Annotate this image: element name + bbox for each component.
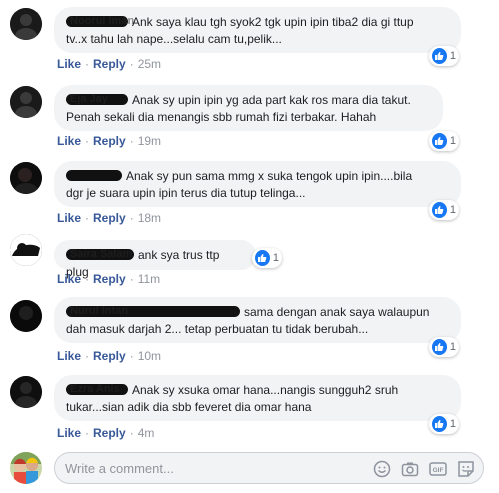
comment-input[interactable]	[55, 453, 365, 483]
comment-composer[interactable]: GIF	[54, 452, 484, 484]
comment-bubble: Saira Salam ank sya trus ttp plug	[54, 240, 256, 279]
camera-icon[interactable]	[401, 460, 419, 478]
like-link[interactable]: Like	[57, 272, 81, 286]
comment-bubble: Anak sy pun sama mmg x suka tengok upin …	[54, 161, 461, 207]
reaction-count[interactable]: 1	[429, 337, 459, 357]
comment-actions: Like · Reply · 25m	[57, 57, 162, 71]
timestamp[interactable]: 4m	[138, 426, 155, 440]
comment-text: Anak sy xsuka omar hana...nangis sungguh…	[132, 383, 399, 397]
comment-actions: Like · Reply · 18m	[57, 211, 162, 225]
like-link[interactable]: Like	[57, 349, 81, 363]
current-user-avatar[interactable]	[10, 452, 42, 484]
commenter-name-redacted[interactable]: Saira Salam	[66, 248, 134, 260]
like-link[interactable]: Like	[57, 211, 81, 225]
comment-text: Anak sy upin ipin yg ada part kak ros ma…	[132, 93, 411, 107]
reply-link[interactable]: Reply	[93, 426, 126, 440]
reaction-count[interactable]: 1	[429, 414, 459, 434]
reply-link[interactable]: Reply	[93, 134, 126, 148]
commenter-avatar[interactable]	[10, 376, 42, 408]
like-reaction-icon	[432, 202, 447, 218]
comment-actions: Like · Reply · 4m	[57, 426, 155, 440]
comment-text: tukar...sian adik dia sbb feveret dia om…	[66, 400, 312, 414]
comment-text: dgr je suara upin ipin terus dia tutup t…	[66, 186, 306, 200]
like-reaction-icon	[255, 250, 270, 266]
comment-text: sama dengan anak saya walaupun	[244, 305, 430, 319]
comment-bubble: Eja Jay Anak sy upin ipin yg ada part kak…	[54, 85, 443, 131]
reply-link[interactable]: Reply	[93, 57, 126, 71]
comment-text: tv..x tahu lah nape...selalu cam tu,peli…	[66, 32, 282, 46]
comment-text: Penah sekali dia menangis sbb rumah fizi…	[66, 110, 377, 124]
commenter-avatar[interactable]	[10, 162, 42, 194]
like-reaction-icon	[432, 339, 447, 355]
comment-text: Ank saya klau tgh syok2 tgk upin ipin ti…	[132, 15, 414, 29]
reaction-count[interactable]: 1	[429, 200, 459, 220]
like-reaction-icon	[432, 416, 447, 432]
timestamp[interactable]: 19m	[138, 134, 161, 148]
comment-text: Anak sy pun sama mmg x suka tengok upin …	[126, 169, 413, 183]
svg-text:GIF: GIF	[433, 467, 444, 474]
reaction-count[interactable]: 1	[429, 131, 459, 151]
timestamp[interactable]: 11m	[138, 272, 160, 286]
comment-bubble: Ezra Anis Anak sy xsuka omar hana...nangi…	[54, 375, 461, 421]
comment-bubble: Noorul Iman Ank saya klau tgh syok2 tgk u…	[54, 7, 461, 53]
commenter-name-redacted[interactable]: Nurul Intan	[66, 305, 240, 317]
reaction-count[interactable]: 1	[252, 248, 282, 268]
comment-actions: Like · Reply · 19m	[57, 134, 162, 148]
reply-link[interactable]: Reply	[93, 349, 126, 363]
timestamp[interactable]: 18m	[138, 211, 161, 225]
commenter-name-redacted[interactable]: Ezra Anis	[66, 383, 128, 395]
comment-bubble: Nurul Intan sama dengan anak saya walaupu…	[54, 297, 461, 343]
like-reaction-icon	[432, 133, 447, 149]
sticker-icon[interactable]	[457, 460, 475, 478]
commenter-avatar[interactable]	[10, 300, 42, 332]
like-link[interactable]: Like	[57, 426, 81, 440]
gif-icon[interactable]: GIF	[429, 460, 447, 478]
commenter-name-redacted[interactable]: Eja Jay	[66, 93, 128, 105]
like-link[interactable]: Like	[57, 134, 81, 148]
reply-link[interactable]: Reply	[93, 211, 126, 225]
reply-link[interactable]: Reply	[93, 272, 126, 286]
commenter-avatar[interactable]	[10, 8, 42, 40]
commenter-name-redacted[interactable]	[66, 170, 122, 181]
comment-actions: Like · Reply · 10m	[57, 349, 162, 363]
emoji-icon[interactable]	[373, 460, 391, 478]
timestamp[interactable]: 10m	[138, 349, 161, 363]
commenter-name-redacted[interactable]: Noorul Iman	[66, 15, 134, 27]
commenter-avatar[interactable]	[10, 234, 42, 266]
like-reaction-icon	[432, 48, 447, 64]
like-link[interactable]: Like	[57, 57, 81, 71]
reaction-count[interactable]: 1	[429, 46, 459, 66]
comment-text: dah masuk darjah 2... tetap perbuatan tu…	[66, 322, 369, 336]
comment-actions: Like · Reply · 11m	[57, 272, 161, 286]
commenter-avatar[interactable]	[10, 86, 42, 118]
timestamp[interactable]: 25m	[138, 57, 161, 71]
